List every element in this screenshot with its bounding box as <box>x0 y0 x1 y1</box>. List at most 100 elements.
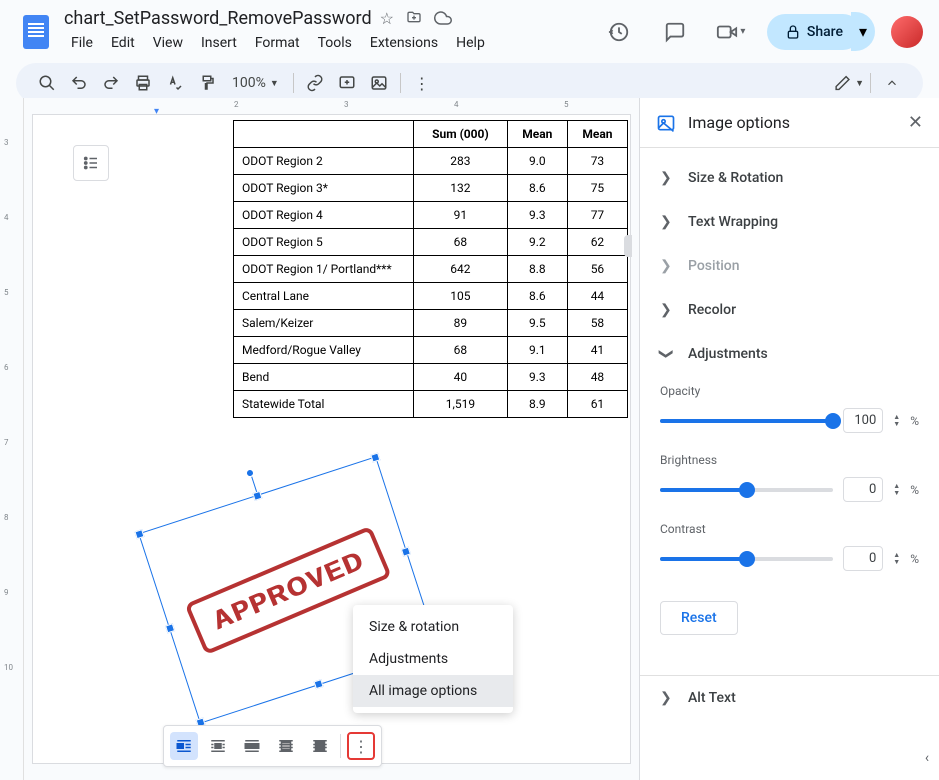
wrap-front[interactable] <box>306 732 334 760</box>
wrap-inline[interactable] <box>170 732 198 760</box>
menu-insert[interactable]: Insert <box>194 31 244 55</box>
table-row: Medford/Rogue Valley689.141 <box>234 337 628 364</box>
opacity-slider[interactable] <box>660 419 833 423</box>
menu-file[interactable]: File <box>64 31 100 55</box>
menu-extensions[interactable]: Extensions <box>363 31 445 55</box>
horizontal-ruler: ▾ 2 3 4 5 <box>24 98 639 114</box>
link-icon[interactable] <box>300 68 330 98</box>
cloud-status-icon[interactable] <box>434 9 452 28</box>
chevron-right-icon: ❯ <box>660 302 672 318</box>
table-row: ODOT Region 3*1328.675 <box>234 175 628 202</box>
share-button[interactable]: Share <box>767 14 861 50</box>
table-row: ODOT Region 1/ Portland***6428.856 <box>234 256 628 283</box>
ctx-size-rotation[interactable]: Size & rotation <box>353 611 513 643</box>
menu-tools[interactable]: Tools <box>311 31 359 55</box>
image-icon <box>656 113 676 133</box>
account-avatar[interactable] <box>891 16 923 48</box>
contrast-stepper[interactable]: ▲▼ <box>893 552 900 566</box>
resize-handle[interactable] <box>252 491 262 501</box>
move-icon[interactable] <box>406 9 422 28</box>
menubar: File Edit View Insert Format Tools Exten… <box>64 31 599 55</box>
sidepanel-expand[interactable]: ‹ <box>915 746 939 770</box>
menu-format[interactable]: Format <box>248 31 307 55</box>
image-context-menu: Size & rotation Adjustments All image op… <box>353 605 513 713</box>
wrap-more-options[interactable]: ⋮ <box>347 732 375 760</box>
image-wrap-toolbar: ⋮ <box>163 725 382 767</box>
outline-toggle[interactable] <box>73 145 109 181</box>
table-header-row: Sum (000)MeanMean <box>234 121 628 148</box>
rotate-handle[interactable] <box>245 468 255 478</box>
table-row: ODOT Region 4919.377 <box>234 202 628 229</box>
toolbar: 100%▼ ⋮ ▼ <box>16 63 923 103</box>
opacity-label: Opacity <box>660 384 919 398</box>
table-row: Salem/Keizer899.558 <box>234 310 628 337</box>
resize-handle[interactable] <box>370 452 380 462</box>
document-page[interactable]: Sum (000)MeanMean ODOT Region 22839.073 … <box>32 114 631 764</box>
more-icon[interactable]: ⋮ <box>407 68 437 98</box>
wrap-break[interactable] <box>238 732 266 760</box>
section-adjustments[interactable]: ❯ Adjustments <box>640 332 939 376</box>
resize-handle[interactable] <box>401 547 411 557</box>
edit-mode-icon[interactable]: ▼ <box>834 68 864 98</box>
table-row: ODOT Region 5689.262 <box>234 229 628 256</box>
image-options-sidebar: Image options ✕ ❯ Size & Rotation ❯ Text… <box>639 98 939 780</box>
brightness-stepper[interactable]: ▲▼ <box>893 483 900 497</box>
insert-image-icon[interactable] <box>364 68 394 98</box>
section-size-rotation[interactable]: ❯ Size & Rotation <box>640 156 939 200</box>
brightness-input[interactable] <box>843 477 883 502</box>
docs-logo[interactable] <box>16 12 56 52</box>
wrap-text[interactable] <box>204 732 232 760</box>
menu-view[interactable]: View <box>146 31 190 55</box>
wrap-behind[interactable] <box>272 732 300 760</box>
undo-icon[interactable] <box>64 68 94 98</box>
app-header: chart_SetPassword_RemovePassword ☆ File … <box>0 0 939 63</box>
document-viewport: ▾ 2 3 4 5 Sum (000)MeanMean ODOT Region … <box>24 98 639 780</box>
opacity-input[interactable] <box>843 408 883 433</box>
table-row: Statewide Total1,5198.961 <box>234 391 628 418</box>
doc-title[interactable]: chart_SetPassword_RemovePassword <box>64 8 372 29</box>
print-icon[interactable] <box>128 68 158 98</box>
menu-help[interactable]: Help <box>449 31 492 55</box>
ctx-all-image-options[interactable]: All image options <box>353 675 513 707</box>
menu-edit[interactable]: Edit <box>104 31 142 55</box>
chevron-down-icon: ❯ <box>658 348 674 360</box>
section-alt-text[interactable]: ❯ Alt Text <box>640 676 939 720</box>
add-comment-icon[interactable] <box>332 68 362 98</box>
reset-button[interactable]: Reset <box>660 601 738 635</box>
resize-handle[interactable] <box>134 529 144 539</box>
scroll-indicator[interactable] <box>624 235 632 257</box>
section-text-wrapping[interactable]: ❯ Text Wrapping <box>640 200 939 244</box>
spellcheck-icon[interactable] <box>160 68 190 98</box>
table-row: Bend409.348 <box>234 364 628 391</box>
contrast-label: Contrast <box>660 522 919 536</box>
chevron-right-icon: ❯ <box>660 214 672 230</box>
meet-icon[interactable]: ▾ <box>711 12 751 52</box>
history-icon[interactable] <box>599 12 639 52</box>
zoom-select[interactable]: 100%▼ <box>224 75 287 91</box>
close-icon[interactable]: ✕ <box>908 112 923 133</box>
resize-handle[interactable] <box>314 679 324 689</box>
comments-icon[interactable] <box>655 12 695 52</box>
contrast-input[interactable] <box>843 546 883 571</box>
table-row: Central Lane1058.644 <box>234 283 628 310</box>
search-icon[interactable] <box>32 68 62 98</box>
share-dropdown[interactable]: ▾ <box>851 12 875 51</box>
paint-format-icon[interactable] <box>192 68 222 98</box>
brightness-label: Brightness <box>660 453 919 467</box>
ctx-adjustments[interactable]: Adjustments <box>353 643 513 675</box>
contrast-slider[interactable] <box>660 557 833 561</box>
adjustments-content: Opacity ▲▼ % Brightness <box>640 376 939 655</box>
section-recolor[interactable]: ❯ Recolor <box>640 288 939 332</box>
table-row: ODOT Region 22839.073 <box>234 148 628 175</box>
data-table[interactable]: Sum (000)MeanMean ODOT Region 22839.073 … <box>233 120 628 418</box>
chevron-right-icon: ❯ <box>660 170 672 186</box>
redo-icon[interactable] <box>96 68 126 98</box>
sidebar-title: Image options <box>688 113 896 132</box>
resize-handle[interactable] <box>165 623 175 633</box>
opacity-stepper[interactable]: ▲▼ <box>893 414 900 428</box>
collapse-icon[interactable] <box>877 68 907 98</box>
vertical-ruler: 3 4 5 6 7 8 9 10 <box>0 98 24 780</box>
star-icon[interactable]: ☆ <box>380 9 394 28</box>
brightness-slider[interactable] <box>660 488 833 492</box>
chevron-right-icon: ❯ <box>660 690 672 706</box>
